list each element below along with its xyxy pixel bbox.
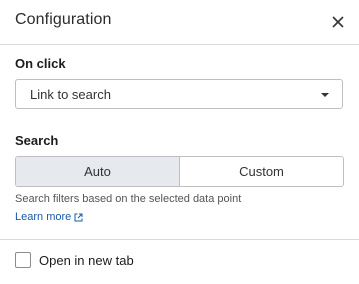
options-divider [0, 239, 359, 240]
search-mode-auto-button[interactable]: Auto [16, 157, 179, 186]
panel-title: Configuration [15, 11, 112, 28]
panel-header: Configuration [0, 0, 359, 44]
search-mode-toggle: Auto Custom [15, 156, 344, 187]
external-link-icon [74, 213, 83, 222]
on-click-selected-value: Link to search [30, 87, 111, 102]
configuration-panel: Configuration On click Link to search Se… [0, 0, 359, 284]
learn-more-link[interactable]: Learn more [15, 211, 83, 223]
open-new-tab-option[interactable]: Open in new tab [15, 252, 134, 268]
chevron-down-icon [321, 93, 329, 97]
on-click-label: On click [15, 56, 66, 71]
on-click-dropdown[interactable]: Link to search [15, 79, 343, 109]
learn-more-label: Learn more [15, 211, 72, 223]
open-new-tab-label: Open in new tab [39, 252, 134, 268]
search-label: Search [15, 133, 59, 148]
search-help-text: Search filters based on the selected dat… [15, 193, 242, 205]
open-new-tab-checkbox[interactable] [15, 252, 31, 268]
header-divider [0, 44, 359, 45]
close-icon[interactable] [329, 13, 347, 31]
search-mode-custom-button[interactable]: Custom [179, 157, 343, 186]
